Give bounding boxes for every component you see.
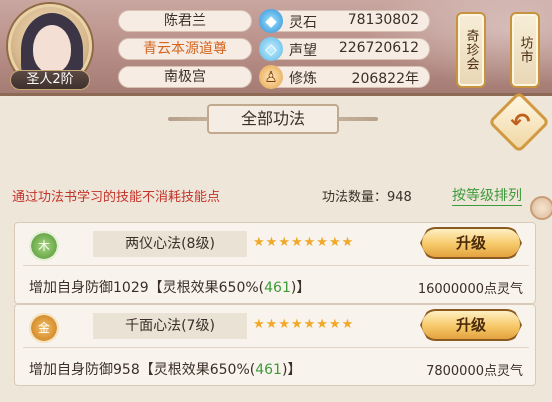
spirit-stone-icon: ◆	[259, 9, 283, 33]
star-icon: ★	[290, 317, 303, 332]
upgrade-button[interactable]: 升级	[420, 309, 522, 341]
star-icon: ★	[316, 235, 328, 250]
effect-suffix: )】	[290, 280, 311, 296]
metal-element-icon: 金	[29, 313, 59, 343]
skill-card: 木 两仪心法(8级) ★ ★ ★ ★ ★ ★ ★ ★ 升级 增加自身防御1029…	[14, 222, 536, 304]
star-icon: ★	[265, 317, 278, 332]
skill-name: 千面心法(7级)	[93, 313, 247, 339]
player-header: 圣人2阶 陈君兰 青云本源道尊 南极宫 ◆ 灵石 78130802 ◇ 声望 2…	[0, 0, 552, 96]
star-icon: ★	[278, 317, 290, 332]
page-title: 全部功法	[207, 104, 339, 134]
effect-bonus: 461	[264, 280, 291, 296]
treasure-auction-button[interactable]: 奇珍会	[456, 12, 486, 88]
skill-stars: ★ ★ ★ ★ ★ ★ ★ ★	[253, 316, 353, 334]
stat-value: 206822年	[351, 71, 419, 87]
star-icon: ★	[328, 317, 341, 332]
effect-prefix: 增加自身防御1029【灵根效果650%(	[29, 280, 265, 296]
divider	[23, 265, 529, 266]
avatar-face	[33, 25, 71, 73]
side-scroll-handle[interactable]	[530, 196, 552, 220]
upgrade-button[interactable]: 升级	[420, 227, 522, 259]
skill-book-note: 通过功法书学习的技能不消耗技能点	[12, 190, 221, 205]
prestige-icon: ◇	[259, 37, 283, 61]
star-icon: ★	[303, 317, 316, 332]
stat-value: 226720612	[338, 40, 419, 56]
skill-card: 金 千面心法(7级) ★ ★ ★ ★ ★ ★ ★ ★ 升级 增加自身防御958【…	[14, 304, 536, 386]
star-icon: ★	[328, 235, 341, 250]
cultivation-icon: ♙	[259, 65, 283, 89]
page-title-banner: 全部功法	[168, 104, 378, 134]
skill-count: 功法数量：948	[322, 190, 412, 205]
upgrade-cost: 16000000点灵气	[417, 282, 523, 297]
effect-bonus: 461	[255, 362, 282, 378]
effect-suffix: )】	[281, 362, 302, 378]
player-name: 陈君兰	[118, 10, 252, 32]
stat-value: 78130802	[347, 12, 419, 28]
sort-by-level-button[interactable]: 按等级排列	[452, 185, 522, 206]
skill-effect: 增加自身防御1029【灵根效果650%(461)】	[29, 277, 310, 297]
player-title: 青云本源道尊	[118, 38, 252, 60]
star-icon: ★	[253, 235, 265, 250]
star-icon: ★	[303, 235, 316, 250]
stat-spirit-stone: ◆ 灵石 78130802	[259, 9, 430, 33]
star-icon: ★	[341, 317, 354, 332]
star-icon: ★	[316, 317, 328, 332]
skill-stars: ★ ★ ★ ★ ★ ★ ★ ★	[253, 234, 353, 252]
stat-label: 声望	[289, 43, 317, 59]
rank-badge: 圣人2阶	[10, 70, 90, 90]
back-arrow-icon: ↶	[510, 108, 531, 136]
divider	[23, 347, 529, 348]
wood-element-icon: 木	[29, 231, 59, 261]
star-icon: ★	[278, 235, 290, 250]
player-location: 南极宫	[118, 66, 252, 88]
star-icon: ★	[265, 235, 278, 250]
effect-prefix: 增加自身防御958【灵根效果650%(	[29, 362, 256, 378]
star-icon: ★	[253, 317, 265, 332]
stat-label: 灵石	[289, 15, 317, 31]
market-button[interactable]: 坊市	[510, 12, 540, 88]
upgrade-cost: 7800000点灵气	[426, 364, 523, 379]
stat-prestige: ◇ 声望 226720612	[259, 37, 430, 61]
stat-cultivation: ♙ 修炼 206822年	[259, 65, 430, 89]
star-icon: ★	[341, 235, 354, 250]
skill-name: 两仪心法(8级)	[93, 231, 247, 257]
skill-effect: 增加自身防御958【灵根效果650%(461)】	[29, 359, 301, 379]
star-icon: ★	[290, 235, 303, 250]
stat-label: 修炼	[289, 71, 317, 87]
